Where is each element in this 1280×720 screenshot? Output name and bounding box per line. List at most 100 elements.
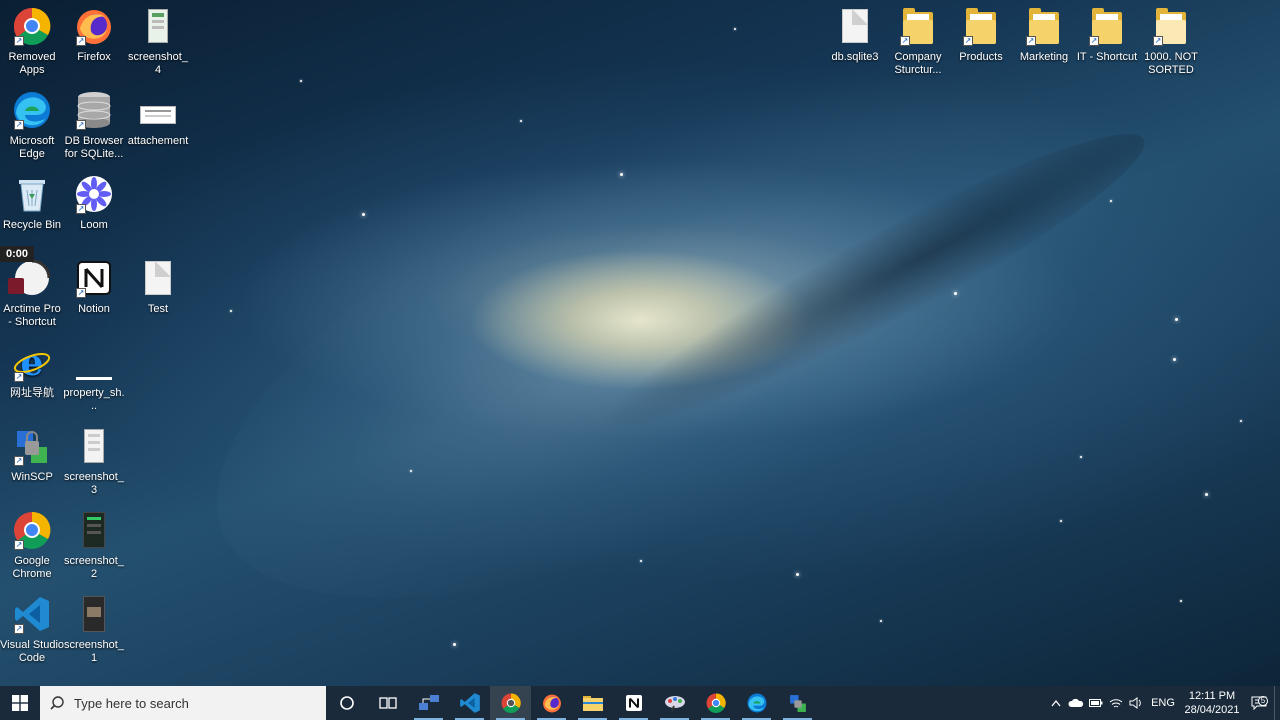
- image-file-icon: [74, 510, 114, 550]
- taskbar-app-paint[interactable]: [654, 686, 695, 720]
- folder-icon: ↗: [961, 6, 1001, 46]
- wifi-button[interactable]: [1106, 697, 1126, 709]
- desktop-icon-label: Arctime Pro - Shortcut: [3, 303, 61, 328]
- task-view-button[interactable]: [367, 686, 408, 720]
- recycle-bin-icon: [12, 174, 52, 214]
- record-stop-button[interactable]: [8, 278, 24, 294]
- desktop-icon-label: Loom: [80, 219, 108, 231]
- edge-icon: ↗: [12, 90, 52, 130]
- text-file-icon: [138, 258, 178, 298]
- desktop-icon-label: WinSCP: [11, 471, 53, 483]
- onedrive-button[interactable]: [1066, 698, 1086, 708]
- chrome-icon: ↗: [12, 6, 52, 46]
- image-file-icon: [138, 6, 178, 46]
- desktop-icon-recycle-bin[interactable]: Recycle Bin: [0, 170, 64, 250]
- desktop-icon-label: Microsoft Edge: [9, 135, 55, 160]
- desktop-icon-label: screenshot_1: [64, 639, 124, 664]
- folder-icon: ↗: [1024, 6, 1064, 46]
- desktop-icon-products[interactable]: ↗ Products: [949, 2, 1013, 82]
- desktop-icon-label: 1000. NOT SORTED: [1144, 51, 1198, 76]
- folder-icon: [582, 696, 603, 711]
- folder-icon: ↗: [1087, 6, 1127, 46]
- task-view-icon: [378, 697, 397, 709]
- desktop-icon-property-sh[interactable]: property_sh...: [62, 338, 126, 418]
- desktop-icon-removed-apps[interactable]: ↗ Removed Apps: [0, 2, 64, 82]
- desktop-icon-label: Products: [959, 51, 1003, 63]
- action-center-button[interactable]: 5: [1244, 696, 1274, 710]
- clock[interactable]: 12:11 PM 28/04/2021: [1180, 689, 1244, 717]
- taskbar-app-chrome-dev[interactable]: [490, 686, 531, 720]
- desktop-icon-label: IT - Shortcut: [1076, 51, 1138, 63]
- desktop-icon-label: Visual Studio Code: [0, 639, 65, 664]
- image-file-icon: [74, 426, 114, 466]
- cortana-icon: [339, 696, 354, 710]
- desktop-icon-screenshot-1[interactable]: screenshot_1: [62, 590, 126, 670]
- desktop-icon-test[interactable]: Test: [126, 254, 190, 334]
- desktop-icon-label: Firefox: [77, 51, 111, 63]
- cloud-icon: [1068, 698, 1084, 707]
- desktop-icon-winscp[interactable]: ↗ WinSCP: [0, 422, 64, 502]
- notion-icon: [625, 695, 642, 711]
- cortana-button[interactable]: [326, 686, 367, 720]
- taskbar-app-chrome[interactable]: [695, 686, 736, 720]
- volume-button[interactable]: [1126, 697, 1146, 709]
- desktop-icon-not-sorted[interactable]: ↗ 1000. NOT SORTED: [1139, 2, 1203, 82]
- desktop-icon-screenshot-3[interactable]: screenshot_3: [62, 422, 126, 502]
- chrome-icon: [706, 693, 726, 713]
- desktop-icon-screenshot-2[interactable]: screenshot_2: [62, 506, 126, 586]
- desktop-icon-label: Notion: [78, 303, 110, 315]
- taskbar-app-network[interactable]: [408, 686, 449, 720]
- clock-date: 28/04/2021: [1184, 704, 1240, 716]
- desktop-icon-label: Removed Apps: [8, 51, 56, 76]
- desktop-icon-visual-studio-code[interactable]: ↗ Visual Studio Code: [0, 590, 64, 670]
- notion-icon: ↗: [74, 258, 114, 298]
- desktop-icon-label: screenshot_3: [64, 471, 124, 496]
- taskbar-app-winscp[interactable]: [777, 686, 818, 720]
- desktop-icon-loom[interactable]: ↗ Loom: [62, 170, 126, 250]
- edge-icon: [747, 693, 766, 713]
- chevron-up-icon: [1051, 699, 1061, 707]
- recording-timer: 0:00: [0, 246, 34, 262]
- desktop-icon-db-browser[interactable]: ↗ DB Browser for SQLite...: [62, 86, 126, 166]
- desktop-icon-firefox[interactable]: ↗ Firefox: [62, 2, 126, 82]
- start-button[interactable]: [0, 686, 40, 720]
- desktop-icon-google-chrome[interactable]: ↗ Google Chrome: [0, 506, 64, 586]
- taskbar-app-firefox[interactable]: [531, 686, 572, 720]
- search-placeholder: Type here to search: [74, 695, 189, 711]
- firefox-icon: ↗: [74, 6, 114, 46]
- taskbar-app-edge[interactable]: [736, 686, 777, 720]
- system-tray: ENG 12:11 PM 28/04/2021 5: [1046, 686, 1280, 720]
- desktop-icon-label: Test: [147, 303, 169, 315]
- desktop-icon-microsoft-edge[interactable]: ↗ Microsoft Edge: [0, 86, 64, 166]
- search-icon: [40, 696, 74, 710]
- battery-icon: [1089, 699, 1103, 707]
- show-desktop-button[interactable]: [1274, 686, 1280, 720]
- taskbar-app-notion[interactable]: [613, 686, 654, 720]
- taskbar-app-vscode[interactable]: [449, 686, 490, 720]
- desktop-icon-label: 网址导航: [10, 387, 54, 399]
- desktop-icon-it-shortcut[interactable]: ↗ IT - Shortcut: [1075, 2, 1139, 82]
- vscode-icon: [459, 693, 480, 713]
- blank-file-icon: [835, 6, 875, 46]
- folder-icon: ↗: [898, 6, 938, 46]
- desktop-icon-attachement[interactable]: attachement: [126, 86, 190, 166]
- desktop-icon-marketing[interactable]: ↗ Marketing: [1012, 2, 1076, 82]
- language-indicator[interactable]: ENG: [1146, 697, 1180, 709]
- document-file-icon: [74, 342, 114, 382]
- desktop-icon-db-sqlite3[interactable]: db.sqlite3: [823, 2, 887, 82]
- desktop-icon-label: attachement: [127, 135, 189, 147]
- battery-button[interactable]: [1086, 698, 1106, 708]
- desktop-icon-wangzhi-daohang[interactable]: e ↗ 网址导航: [0, 338, 64, 418]
- vscode-icon: ↗: [12, 594, 52, 634]
- taskbar-app-file-explorer[interactable]: [572, 686, 613, 720]
- desktop-icon-arctime-pro[interactable]: Arctime Pro - Shortcut: [0, 254, 64, 334]
- desktop-icon-company-structure[interactable]: ↗ Company Sturctur...: [886, 2, 950, 82]
- desktop-icon-notion[interactable]: ↗ Notion: [62, 254, 126, 334]
- speaker-icon: [1129, 697, 1141, 709]
- folder-icon: ↗: [1151, 6, 1191, 46]
- document-file-icon: [138, 90, 178, 130]
- desktop-icon-screenshot-4[interactable]: screenshot_4: [126, 2, 190, 82]
- show-hidden-icons-button[interactable]: [1046, 699, 1066, 707]
- desktop-icon-label: DB Browser for SQLite...: [64, 135, 124, 160]
- taskbar-search-box[interactable]: Type here to search: [40, 686, 326, 720]
